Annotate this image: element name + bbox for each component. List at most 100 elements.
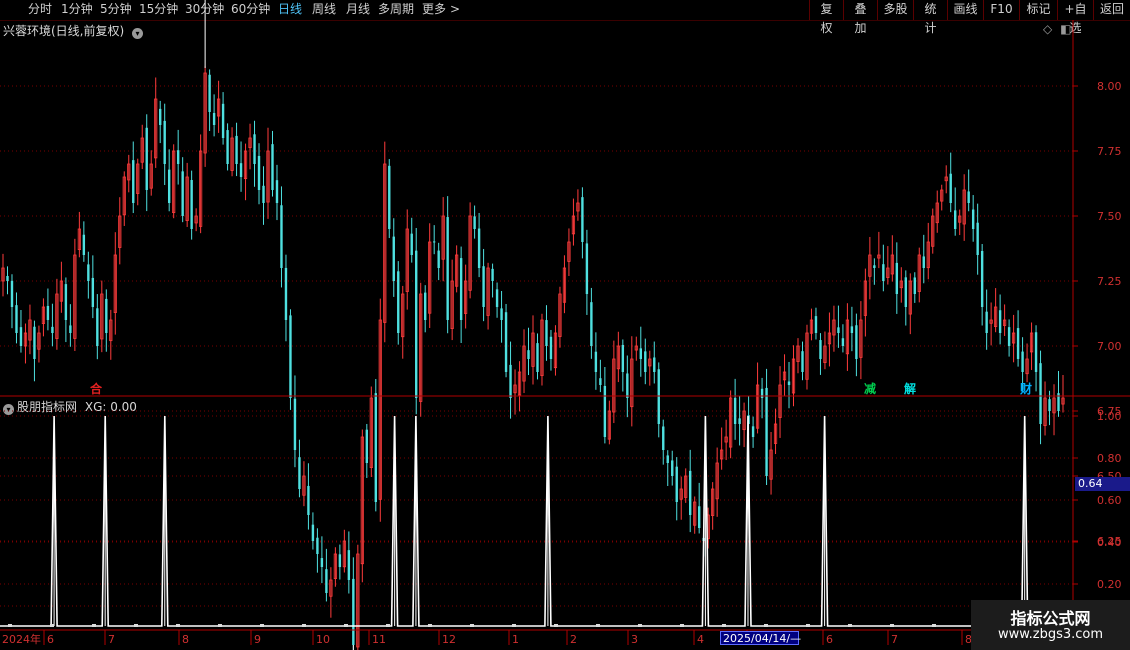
watermark-url: www.zbgs3.com <box>997 627 1104 642</box>
candle-body-164 <box>738 418 741 424</box>
candle-body-175 <box>787 381 791 385</box>
candle-body-230 <box>1034 332 1038 372</box>
candle-body-201 <box>904 277 907 307</box>
xg-zero-dot <box>92 624 96 627</box>
event-marker-0: 合 <box>90 381 103 396</box>
candle-body-178 <box>801 351 804 372</box>
candle-body-113 <box>509 364 512 398</box>
candle-body-224 <box>1007 327 1011 346</box>
xg-zero-dot <box>806 624 810 627</box>
candle-body-63 <box>284 267 288 320</box>
x-tick-label-8: 1 <box>512 633 519 646</box>
candle-body-181 <box>814 316 818 333</box>
event-marker-2: 解 <box>904 381 916 396</box>
x-tick-label-10: 3 <box>631 633 638 646</box>
candle-body-138 <box>621 344 625 372</box>
candle-body-32 <box>145 127 148 190</box>
candle-body-155 <box>697 506 701 528</box>
x-tick-label-9: 2 <box>570 633 577 646</box>
x-tick-label-7: 12 <box>442 633 456 646</box>
event-marker-3: 财 <box>1019 381 1032 396</box>
candle-body-226 <box>1016 328 1020 359</box>
candle-body-143 <box>644 351 647 372</box>
price-tick-label-0: 8.00 <box>1097 80 1122 93</box>
candle-body-78 <box>352 578 355 645</box>
candle-body-233 <box>1048 399 1051 411</box>
xg-signal-line <box>0 415 1073 627</box>
candle-body-70 <box>316 537 319 554</box>
candle-body-194 <box>873 265 876 268</box>
candle-body-111 <box>500 308 503 320</box>
candle-body-145 <box>653 357 656 372</box>
x-tick-label-0: 2024年 <box>2 632 41 646</box>
candle-body-46 <box>208 74 211 112</box>
candle-body-61 <box>275 180 279 203</box>
price-tick-label-2: 7.50 <box>1097 210 1122 223</box>
x-tick-label-13: 6 <box>826 633 833 646</box>
high-price-label: 8.35 <box>217 0 242 2</box>
candle-body-20 <box>91 277 95 307</box>
xg-zero-dot <box>302 624 306 627</box>
x-tick-label-5: 10 <box>316 633 330 646</box>
xg-zero-dot <box>932 624 936 627</box>
candle-body-23 <box>105 298 108 333</box>
xg-zero-dot <box>50 624 54 627</box>
candle-body-47 <box>212 113 216 125</box>
candle-body-15 <box>69 325 72 333</box>
candle-body-147 <box>662 426 665 450</box>
candle-body-52 <box>235 135 238 164</box>
candle-body-10 <box>46 305 50 320</box>
candle-body-19 <box>87 264 90 281</box>
candle-body-21 <box>96 308 99 346</box>
candle-body-77 <box>347 550 351 580</box>
candle-body-40 <box>181 171 184 216</box>
cursor-value-box: 0.64 <box>1075 477 1130 491</box>
ind-tick-label-1: 0.80 <box>1097 452 1122 465</box>
candle-body-92 <box>415 250 418 398</box>
candle-body-187 <box>841 338 845 346</box>
candle-body-96 <box>432 241 436 243</box>
candle-body-149 <box>671 460 674 476</box>
candle-body-2 <box>10 280 14 307</box>
candle-body-231 <box>1039 363 1042 424</box>
candle-body-58 <box>262 185 265 203</box>
x-tick-label-4: 9 <box>254 633 261 646</box>
candle-body-75 <box>338 554 342 567</box>
ind-tick-label-3: 0.40 <box>1097 536 1122 549</box>
candle-body-169 <box>760 388 764 398</box>
candle-body-64 <box>289 315 292 398</box>
watermark: 指标公式网 www.zbgs3.com <box>971 600 1130 650</box>
candle-body-218 <box>980 250 984 307</box>
xg-zero-dot <box>890 624 894 627</box>
candle-body-3 <box>15 305 18 333</box>
candle-body-167 <box>751 426 755 437</box>
candle-body-205 <box>922 256 925 268</box>
candle-body-121 <box>545 320 548 346</box>
candle-body-190 <box>855 325 858 359</box>
candle-body-170 <box>765 387 768 476</box>
candle-body-117 <box>527 350 530 359</box>
candle-body-83 <box>374 393 377 502</box>
xg-zero-dot <box>848 624 852 627</box>
chart-axes: 8.007.757.507.257.006.756.506.256.001.00… <box>0 20 1130 646</box>
xg-zero-dot <box>218 624 222 627</box>
candle-body-4 <box>19 327 23 346</box>
candle-body-97 <box>437 250 440 268</box>
event-marker-1: 减 <box>864 381 876 396</box>
x-tick-label-3: 8 <box>182 633 189 646</box>
candle-body-222 <box>998 310 1002 333</box>
candle-body-212 <box>954 210 957 229</box>
xg-zero-dot <box>680 624 684 627</box>
candle-body-88 <box>397 271 400 333</box>
xg-zero-dot <box>554 624 558 627</box>
candle-body-42 <box>190 180 193 229</box>
ind-tick-label-2: 0.60 <box>1097 494 1122 507</box>
candle-body-86 <box>388 165 391 229</box>
candle-body-119 <box>536 343 539 372</box>
stock-chart[interactable]: 8.007.757.507.257.006.756.506.256.001.00… <box>0 0 1130 650</box>
candle-body-81 <box>365 429 369 463</box>
xg-zero-dot <box>8 624 12 627</box>
candle-body-163 <box>733 397 737 424</box>
candle-body-105 <box>473 216 476 229</box>
candle-body-60 <box>271 144 274 190</box>
